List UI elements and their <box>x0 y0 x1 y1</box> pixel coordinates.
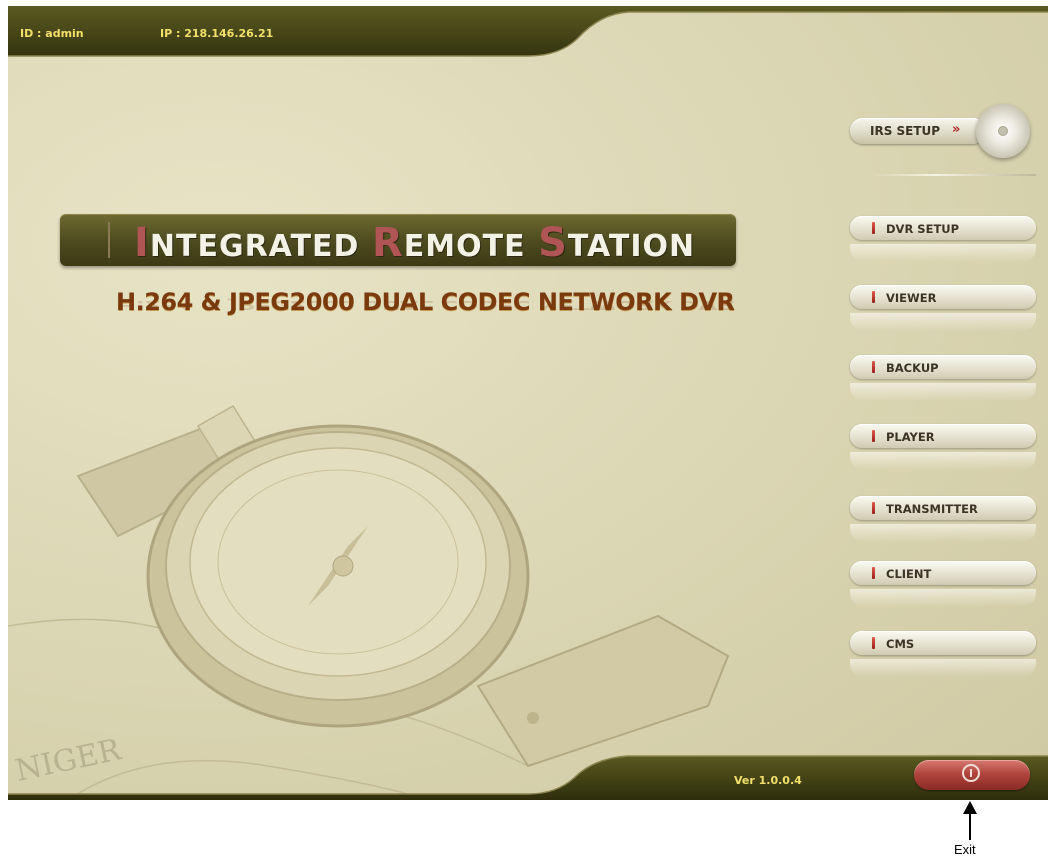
player-button[interactable]: PLAYER <box>850 424 1036 448</box>
title-initial-s: S <box>538 220 568 266</box>
client-button[interactable]: CLIENT <box>850 561 1036 585</box>
menu-divider <box>870 174 1036 176</box>
version-label: Ver 1.0.0.4 <box>734 774 802 787</box>
cms-label: CMS <box>886 637 915 651</box>
player-label: PLAYER <box>886 430 935 444</box>
title-word-integrated: NTEGRATED <box>149 229 360 264</box>
app-title: INTEGRATED REMOTE STATION <box>134 220 695 266</box>
button-reflection <box>850 452 1036 470</box>
button-reflection <box>850 659 1036 677</box>
backup-button[interactable]: BACKUP <box>850 355 1036 379</box>
subtitle-reflection: H.264 & JPEG2000 DUAL CODEC NETWORK DVR <box>116 298 735 312</box>
viewer-label: VIEWER <box>886 291 937 305</box>
exit-annotation-label: Exit <box>954 842 976 857</box>
annotation-arrow-icon <box>963 801 977 840</box>
user-id-label: ID : admin <box>20 27 84 40</box>
red-indicator-icon <box>872 430 875 442</box>
double-arrow-icon: » <box>952 122 961 137</box>
irs-setup-label: IRS SETUP <box>870 124 941 138</box>
viewer-button[interactable]: VIEWER <box>850 285 1036 309</box>
title-word-remote: EMOTE <box>403 229 526 264</box>
dvr-setup-label: DVR SETUP <box>886 222 960 236</box>
red-indicator-icon <box>872 361 875 373</box>
banner-notch <box>108 222 110 258</box>
cms-button[interactable]: CMS <box>850 631 1036 655</box>
red-indicator-icon <box>872 222 875 234</box>
dvr-setup-button[interactable]: DVR SETUP <box>850 216 1036 240</box>
title-initial-i: I <box>134 220 150 266</box>
red-indicator-icon <box>872 502 875 514</box>
disc-icon[interactable] <box>976 104 1030 158</box>
bottom-bar <box>8 755 1048 800</box>
red-indicator-icon <box>872 637 875 649</box>
backup-label: BACKUP <box>886 361 939 375</box>
button-reflection <box>850 383 1036 401</box>
power-icon <box>962 764 980 782</box>
title-word-station: TATION <box>567 229 696 264</box>
red-indicator-icon <box>872 567 875 579</box>
title-initial-r: R <box>371 220 404 266</box>
button-reflection <box>850 244 1036 262</box>
transmitter-label: TRANSMITTER <box>886 502 978 516</box>
main-window: NIGER ID : admin IP : 218.146.26.21 INTE… <box>8 6 1048 800</box>
transmitter-button[interactable]: TRANSMITTER <box>850 496 1036 520</box>
ip-address-label: IP : 218.146.26.21 <box>160 27 274 40</box>
button-reflection <box>850 524 1036 542</box>
title-banner: INTEGRATED REMOTE STATION <box>60 214 736 266</box>
client-label: CLIENT <box>886 567 932 581</box>
button-reflection <box>850 589 1036 607</box>
button-reflection <box>850 313 1036 331</box>
exit-button[interactable] <box>914 760 1030 790</box>
irs-setup-button[interactable]: IRS SETUP » <box>850 118 986 144</box>
red-indicator-icon <box>872 291 875 303</box>
